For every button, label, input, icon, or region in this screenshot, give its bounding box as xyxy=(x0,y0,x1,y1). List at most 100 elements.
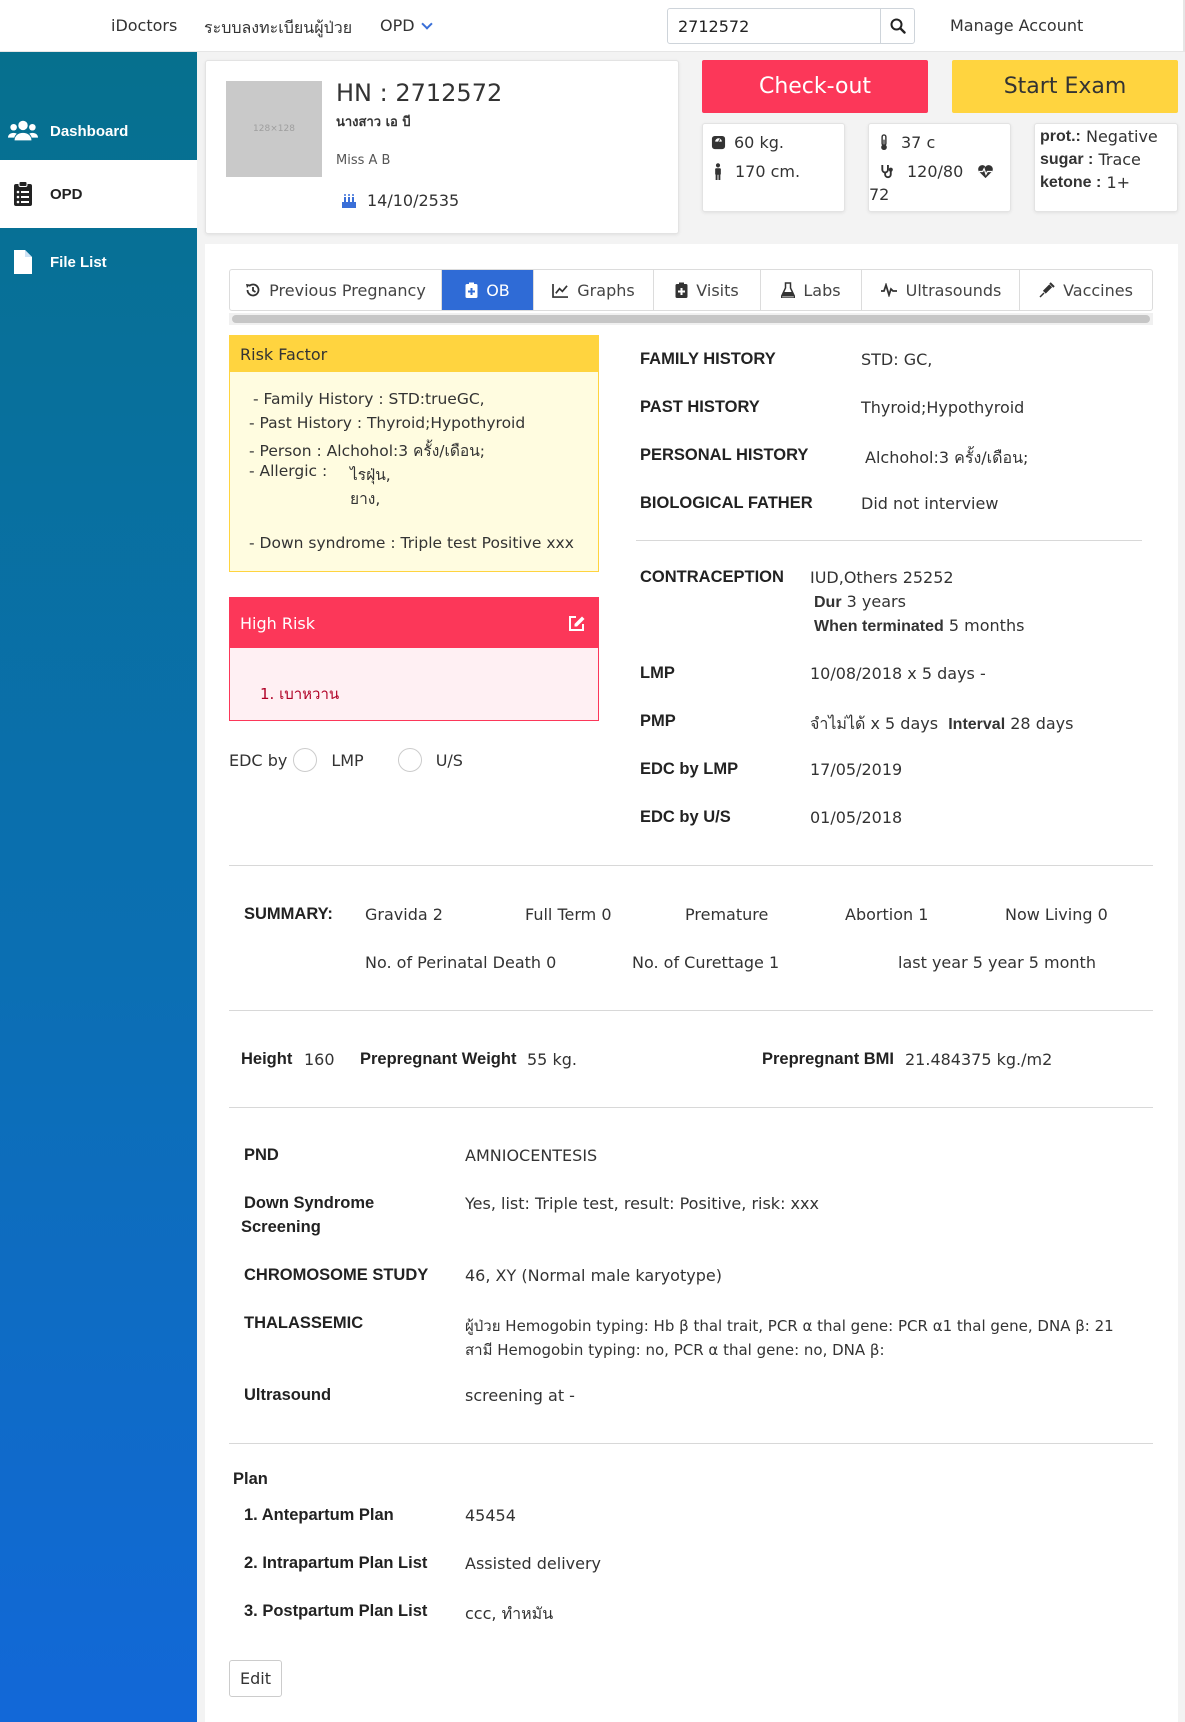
divider xyxy=(229,1010,1153,1011)
weight-value: 60 kg. xyxy=(734,133,784,152)
edc-lmp-radio[interactable] xyxy=(293,748,318,772)
vitals-card-body: 60 kg. 170 cm. xyxy=(702,123,845,212)
summary-last-year: last year 5 year 5 month xyxy=(898,953,1096,972)
sidebar-item-opd[interactable]: OPD xyxy=(0,160,197,228)
medical-clipboard-icon xyxy=(465,282,478,298)
nav-manage-account[interactable]: Manage Account xyxy=(950,16,1083,35)
blood-pressure-value: 120/80 xyxy=(907,162,964,181)
risk-past-history: - Past History : Thyroid;Hypothyroid xyxy=(249,414,526,432)
family-history-value: STD: GC, xyxy=(861,350,933,369)
thalassemic-patient: ผู้ป่วย Hemogobin typing: Hb β thal trai… xyxy=(465,1317,1114,1335)
high-risk-box: High Risk 1. เบาหวาน xyxy=(229,597,599,721)
line-chart-icon xyxy=(552,283,569,298)
tab-label: Graphs xyxy=(577,280,635,300)
risk-allergic-item: ไรฝุ่น, xyxy=(350,466,391,484)
tab-label: Visits xyxy=(696,280,739,300)
divider xyxy=(229,1443,1153,1444)
risk-factor-title: Risk Factor xyxy=(230,336,598,372)
syringe-icon xyxy=(1039,282,1055,298)
blood-pressure-row: 120/80 xyxy=(879,162,1002,181)
edc-us-label: U/S xyxy=(435,750,463,770)
edc-lmp-date-label: EDC by LMP xyxy=(640,760,739,778)
sidebar-item-dashboard[interactable]: Dashboard xyxy=(0,97,197,165)
edc-us-date-value: 01/05/2018 xyxy=(810,808,903,827)
risk-person: - Person : Alchohol:3 ครั้ง/เดือน; xyxy=(249,442,486,460)
tab-ultrasounds[interactable]: Ultrasounds xyxy=(862,270,1020,310)
past-history-label: PAST HISTORY xyxy=(640,398,760,416)
checkout-button[interactable]: Check-out xyxy=(702,60,928,113)
antepartum-plan-value: 45454 xyxy=(465,1506,516,1525)
tab-graphs[interactable]: Graphs xyxy=(534,270,654,310)
interval-label: Interval xyxy=(948,716,1006,733)
nav-patient-registration[interactable]: ระบบลงทะเบียนผู้ป่วย xyxy=(204,16,352,41)
prepregnant-bmi-label: Prepregnant BMI xyxy=(762,1050,895,1068)
chevron-down-icon xyxy=(420,18,433,30)
edc-us-radio[interactable] xyxy=(397,748,422,772)
biological-father-value: Did not interview xyxy=(861,494,999,513)
personal-history-label: PERSONAL HISTORY xyxy=(640,446,809,464)
edit-icon[interactable] xyxy=(568,615,586,632)
summary-label: SUMMARY: xyxy=(244,905,333,923)
weight-scale-icon xyxy=(711,135,726,150)
tab-vaccines[interactable]: Vaccines xyxy=(1020,270,1152,310)
nav-opd-dropdown[interactable]: OPD xyxy=(380,16,433,35)
risk-allergic-item: ยาง, xyxy=(350,490,381,508)
birthdate-value: 14/10/2535 xyxy=(367,191,460,210)
sugar-value: Trace xyxy=(1098,150,1141,169)
vitals-card-urine: prot.: Negative sugar : Trace ketone : 1… xyxy=(1034,123,1178,212)
tab-labs[interactable]: Labs xyxy=(761,270,862,310)
sugar-label: sugar : xyxy=(1040,150,1094,168)
tab-label: Labs xyxy=(803,280,841,300)
protein-value: Negative xyxy=(1085,127,1158,146)
tab-previous-pregnancy[interactable]: Previous Pregnancy xyxy=(230,270,442,310)
sidebar-item-label: OPD xyxy=(50,185,83,203)
tab-ob[interactable]: OB xyxy=(442,270,534,310)
person-icon xyxy=(715,163,721,180)
heartbeat-icon xyxy=(978,165,994,179)
sugar-row: sugar : Trace xyxy=(1040,150,1141,169)
past-history-value: Thyroid;Hypothyroid xyxy=(861,398,1025,417)
edc-lmp-date-value: 17/05/2019 xyxy=(810,760,903,779)
sidebar: Dashboard OPD File List xyxy=(0,52,197,1722)
summary-perinatal-death: No. of Perinatal Death 0 xyxy=(365,953,557,972)
nav-brand[interactable]: iDoctors xyxy=(111,16,177,35)
avatar: 128×128 xyxy=(226,81,322,177)
clipboard-icon xyxy=(8,179,38,209)
patient-card: 128×128 HN : 2712572 นางสาว เอ บี Miss A… xyxy=(205,60,679,234)
duration-label: Dur xyxy=(814,594,842,611)
terminated-label: When terminated xyxy=(814,618,944,635)
postpartum-plan-label: 3. Postpartum Plan List xyxy=(244,1602,428,1620)
history-icon xyxy=(246,283,260,297)
tab-visits[interactable]: Visits xyxy=(654,270,761,310)
search-input[interactable] xyxy=(668,9,881,43)
top-navbar: iDoctors ระบบลงทะเบียนผู้ป่วย OPD Manage… xyxy=(0,0,1185,52)
tab-scrollbar[interactable] xyxy=(232,315,1150,323)
prepregnant-bmi-value: 21.484375 kg./m2 xyxy=(905,1050,1053,1069)
biological-father-label: BIOLOGICAL FATHER xyxy=(640,494,813,512)
summary-now-living: Now Living 0 xyxy=(1005,905,1108,924)
start-exam-button[interactable]: Start Exam xyxy=(952,60,1178,113)
thalassemic-husband: สามี Hemogobin typing: no, PCR α thal ge… xyxy=(465,1341,885,1359)
divider xyxy=(229,865,1153,866)
tab-label: OB xyxy=(486,280,510,300)
patient-english-name: Miss A B xyxy=(336,153,391,168)
edit-button[interactable]: Edit xyxy=(229,1660,282,1697)
interval-value: 28 days xyxy=(1010,714,1074,733)
height-value: 170 cm. xyxy=(735,162,801,181)
plan-title: Plan xyxy=(233,1470,268,1488)
weight-row: 60 kg. xyxy=(711,133,784,152)
antepartum-plan-label: 1. Antepartum Plan xyxy=(244,1506,394,1524)
risk-down-syndrome: - Down syndrome : Triple test Positive x… xyxy=(249,534,574,552)
pmp-value: จำไม่ได้ x 5 days xyxy=(810,714,939,733)
thermometer-icon xyxy=(881,134,887,151)
sidebar-item-label: File List xyxy=(50,253,107,271)
sidebar-item-label: Dashboard xyxy=(50,122,129,140)
ultrasound-label: Ultrasound xyxy=(244,1386,332,1404)
sidebar-item-file-list[interactable]: File List xyxy=(0,228,197,296)
contraception-duration: Dur 3 years xyxy=(814,592,906,612)
summary-abortion: Abortion 1 xyxy=(845,905,929,924)
lmp-value: 10/08/2018 x 5 days - xyxy=(810,664,986,683)
down-syndrome-label: Down Syndrome xyxy=(244,1194,375,1212)
search-button[interactable] xyxy=(880,9,914,43)
lmp-label: LMP xyxy=(640,664,675,682)
